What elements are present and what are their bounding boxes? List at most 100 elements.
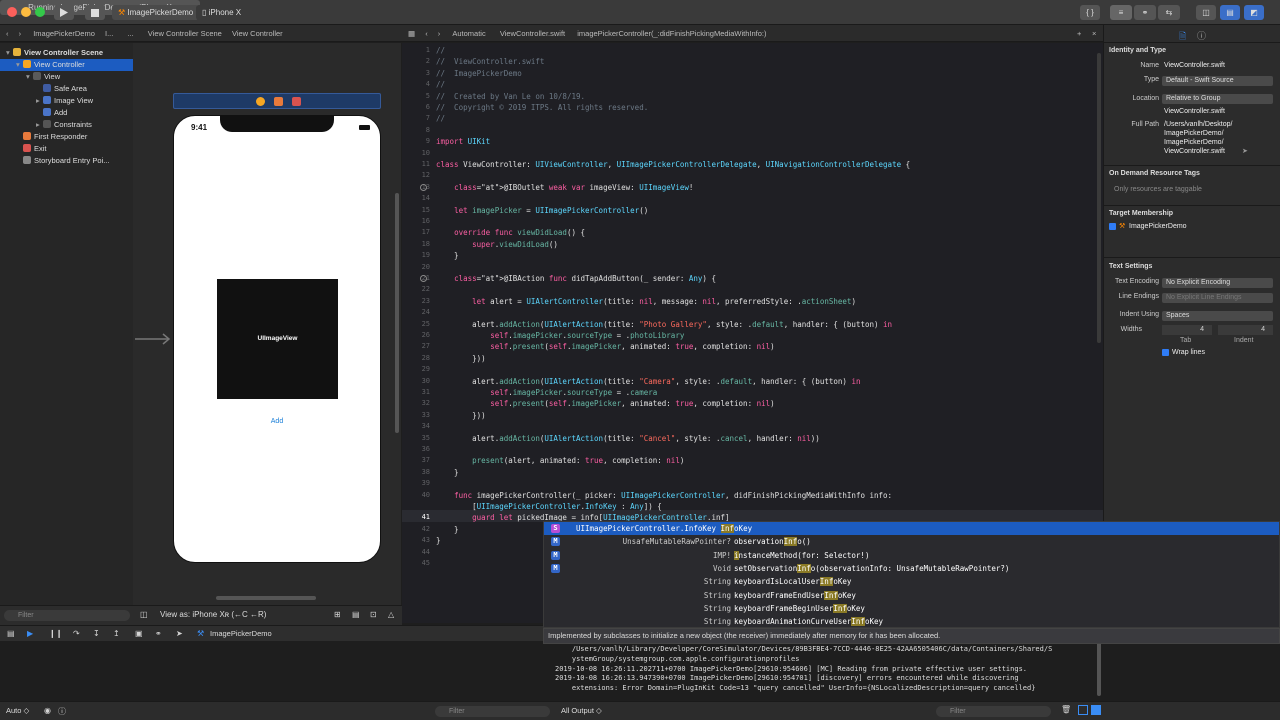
step-over-icon[interactable]: ↷ bbox=[73, 629, 80, 638]
completion-item[interactable]: String keyboardIsLocalUserInfoKey bbox=[544, 575, 1279, 588]
editor-scrollbar[interactable] bbox=[1097, 53, 1101, 343]
run-button[interactable] bbox=[54, 5, 74, 20]
disclosure-icon[interactable]: ▸ bbox=[36, 119, 43, 131]
related-items-icon[interactable]: ▦ bbox=[408, 29, 415, 38]
outlet-connection-icon[interactable] bbox=[420, 275, 427, 282]
output-selector[interactable]: All Output ◇ bbox=[561, 706, 602, 715]
align-icon[interactable]: ▤ bbox=[352, 610, 360, 619]
forward-icon[interactable]: › bbox=[19, 29, 22, 38]
help-icon[interactable]: ⓘ bbox=[1197, 29, 1206, 42]
outline-item[interactable]: ▾ View Controller Scene bbox=[0, 47, 133, 59]
outline-item[interactable]: Storyboard Entry Poi... bbox=[0, 155, 133, 167]
code-line[interactable]: alert.addAction(UIAlertAction(title: "Ca… bbox=[436, 377, 860, 386]
code-line[interactable]: })) bbox=[436, 411, 486, 420]
target-checkbox[interactable] bbox=[1109, 223, 1116, 230]
completion-item[interactable]: String keyboardAnimationCurveUserInfoKey bbox=[544, 615, 1279, 628]
add-editor-icon[interactable]: + bbox=[1077, 25, 1081, 41]
code-line[interactable]: alert.addAction(UIAlertAction(title: "Ca… bbox=[436, 434, 820, 443]
outline-item[interactable]: Add bbox=[0, 107, 133, 119]
scheme-selector[interactable]: ⚒ ImagePickerDemo bbox=[112, 5, 200, 20]
disclosure-icon[interactable]: ▸ bbox=[36, 95, 43, 107]
pause-icon[interactable]: ❙❙ bbox=[49, 629, 62, 638]
exit-icon[interactable] bbox=[292, 97, 301, 106]
jump-method[interactable]: imagePickerController(_:didFinishPicking… bbox=[577, 29, 766, 38]
location-icon[interactable]: ➤ bbox=[176, 629, 183, 638]
iphone-frame[interactable]: 9:41 UIImageView Add bbox=[173, 115, 381, 563]
encoding-popup[interactable]: No Explicit Encoding bbox=[1162, 278, 1273, 288]
code-line[interactable]: // Copyright © 2019 ITPS. All rights res… bbox=[436, 103, 648, 112]
vertical-scrollbar[interactable] bbox=[395, 193, 399, 433]
code-line[interactable]: } bbox=[436, 536, 441, 545]
add-button[interactable]: Add bbox=[174, 418, 380, 425]
disclosure-icon[interactable]: ▾ bbox=[6, 47, 13, 59]
process-label[interactable]: ImagePickerDemo bbox=[210, 629, 272, 638]
outline-item[interactable]: Exit bbox=[0, 143, 133, 155]
code-line[interactable]: let alert = UIAlertController(title: nil… bbox=[436, 297, 856, 306]
stop-button[interactable] bbox=[85, 5, 105, 20]
storyboard-canvas[interactable]: 9:41 UIImageView Add bbox=[133, 43, 401, 605]
location-popup[interactable]: Relative to Group bbox=[1162, 94, 1273, 104]
view-hierarchy-icon[interactable]: ▣ bbox=[135, 629, 143, 638]
panel-icon[interactable]: ◫ bbox=[140, 610, 148, 619]
code-line[interactable]: // bbox=[436, 46, 445, 55]
outline-item[interactable]: ▾ View bbox=[0, 71, 133, 83]
code-line[interactable]: // ImagePickerDemo bbox=[436, 69, 522, 78]
code-line[interactable]: class="at">@IBOutlet weak var imageView:… bbox=[436, 183, 693, 192]
back-icon[interactable]: ‹ bbox=[6, 29, 9, 38]
toggle-inspector-button[interactable]: ◩ bbox=[1244, 5, 1264, 20]
completion-item[interactable]: M Void setObservationInfo(observationInfo:… bbox=[544, 562, 1279, 575]
code-line[interactable]: })) bbox=[436, 354, 486, 363]
code-line[interactable]: self.imagePicker.sourceType = .photoLibr… bbox=[436, 331, 684, 340]
completion-item[interactable]: String keyboardFrameBeginUserInfoKey bbox=[544, 602, 1279, 615]
close-window-button[interactable] bbox=[7, 7, 17, 17]
variables-scope[interactable]: Auto ◇ bbox=[6, 706, 29, 715]
code-line[interactable]: super.viewDidLoad() bbox=[436, 240, 558, 249]
close-editor-icon[interactable]: × bbox=[1092, 25, 1096, 41]
code-line[interactable]: // bbox=[436, 80, 445, 89]
memory-graph-icon[interactable]: ⚭ bbox=[155, 629, 162, 638]
device-selector[interactable]: ▯ iPhone X bbox=[196, 5, 248, 20]
back-icon[interactable]: ‹ bbox=[425, 29, 428, 38]
outline-item[interactable]: ▸ Constraints bbox=[0, 119, 133, 131]
console-view-toggle[interactable] bbox=[1091, 705, 1101, 715]
quick-look-icon[interactable]: ◉ bbox=[44, 706, 51, 715]
resolve-icon[interactable]: △ bbox=[388, 610, 394, 619]
code-line[interactable]: class ViewController: UIViewController, … bbox=[436, 160, 910, 169]
completion-item[interactable]: S UIImagePickerController.InfoKey InfoKey bbox=[544, 522, 1279, 535]
jump-file[interactable]: ViewController.swift bbox=[500, 29, 565, 38]
code-line[interactable]: let imagePicker = UIImagePickerControlle… bbox=[436, 206, 648, 215]
jump-vc[interactable]: View Controller bbox=[232, 29, 283, 38]
step-out-icon[interactable]: ↥ bbox=[113, 629, 120, 638]
name-value[interactable]: ViewController.swift bbox=[1164, 62, 1225, 69]
reveal-in-finder-icon[interactable]: ➤ bbox=[1242, 147, 1248, 155]
first-responder-icon[interactable] bbox=[274, 97, 283, 106]
breakpoints-icon[interactable]: ▶ bbox=[27, 629, 33, 638]
version-editor-button[interactable]: ⇆ bbox=[1158, 5, 1180, 20]
update-frames-icon[interactable]: ⊞ bbox=[334, 610, 341, 619]
pin-icon[interactable]: ⊡ bbox=[370, 610, 377, 619]
code-line[interactable]: present(alert, animated: true, completio… bbox=[436, 456, 684, 465]
jump-scene[interactable]: View Controller Scene bbox=[148, 29, 222, 38]
outline-item[interactable]: Safe Area bbox=[0, 83, 133, 95]
disclosure-icon[interactable]: ▾ bbox=[26, 71, 33, 83]
code-line[interactable]: alert.addAction(UIAlertAction(title: "Ph… bbox=[436, 320, 892, 329]
code-line[interactable]: class="at">@IBAction func didTapAddButto… bbox=[436, 274, 716, 283]
zoom-window-button[interactable] bbox=[35, 7, 45, 17]
code-line[interactable]: [UIImagePickerController.InfoKey : Any])… bbox=[436, 502, 662, 511]
image-view[interactable]: UIImageView bbox=[217, 279, 338, 399]
completion-item[interactable]: String keyboardFrameEndUserInfoKey bbox=[544, 589, 1279, 602]
console-output[interactable]: /Users/vanlh/Library/Developer/CoreSimul… bbox=[543, 641, 1103, 701]
scene-dock[interactable] bbox=[173, 93, 381, 109]
wrap-lines-checkbox[interactable] bbox=[1162, 349, 1169, 356]
disclosure-icon[interactable]: ▾ bbox=[16, 59, 23, 71]
completion-item[interactable]: M UnsafeMutableRawPointer? observationInfo… bbox=[544, 535, 1279, 548]
tab-width-field[interactable]: 4 bbox=[1162, 325, 1212, 335]
jump-ellipsis[interactable]: ... bbox=[127, 29, 133, 38]
hide-debug-icon[interactable]: ▤ bbox=[7, 629, 15, 638]
variables-view-toggle[interactable] bbox=[1078, 705, 1088, 715]
indent-popup[interactable]: Spaces bbox=[1162, 311, 1273, 321]
code-line[interactable]: } bbox=[436, 251, 459, 260]
jump-project[interactable]: ImagePickerDemo bbox=[33, 29, 95, 38]
code-line[interactable]: self.present(self.imagePicker, animated:… bbox=[436, 342, 774, 351]
outlet-connection-icon[interactable] bbox=[420, 183, 427, 191]
